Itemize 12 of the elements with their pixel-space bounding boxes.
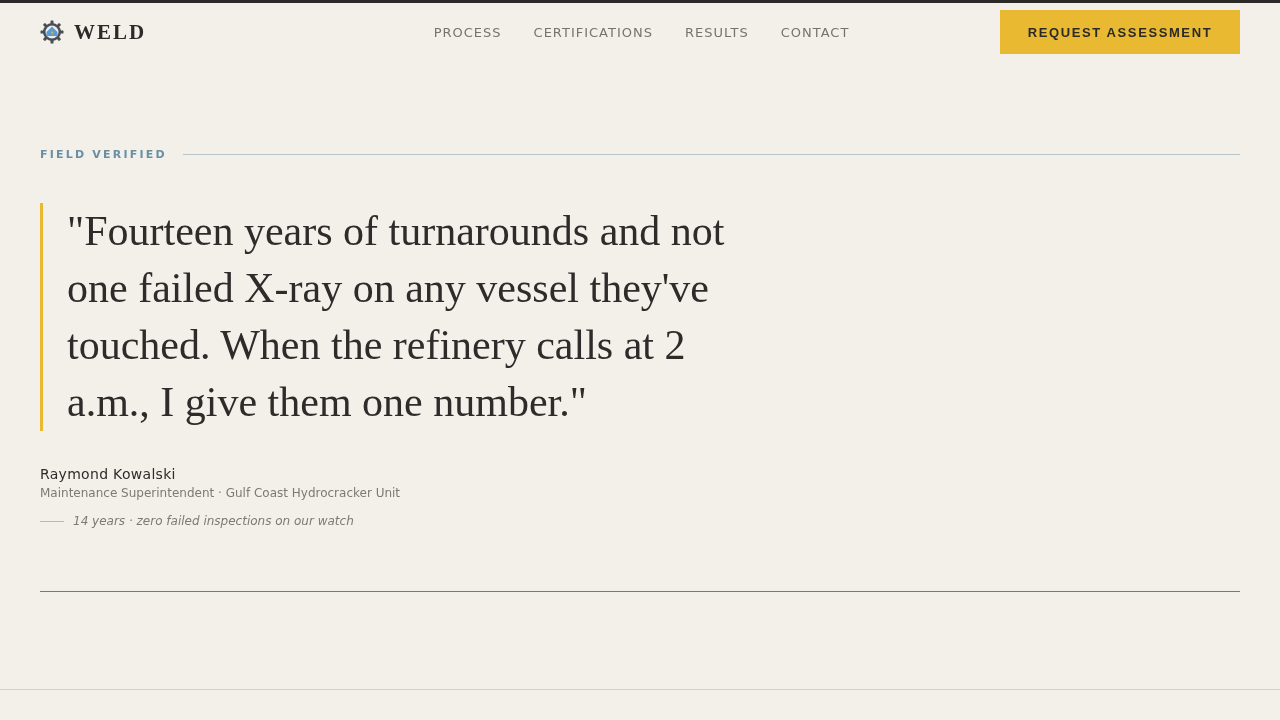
- gear-logo-icon: [40, 20, 64, 44]
- author-role: Maintenance Superintendent · Gulf Coast Hydrocracker Unit: [40, 485, 402, 502]
- nav-link[interactable]: RESULTS: [685, 24, 749, 40]
- nav-link[interactable]: PROCESS: [433, 24, 502, 40]
- author-name: Raymond Kowalski: [40, 465, 177, 484]
- nav-link[interactable]: CERTIFICATIONS: [533, 24, 653, 40]
- request-assessment-button[interactable]: REQUEST ASSESSMENT: [1000, 10, 1240, 54]
- nav-link[interactable]: CONTACT: [780, 24, 850, 40]
- testimonial-note: 14 years · zero failed inspections on our watch: [73, 513, 354, 530]
- brand-logo[interactable]: WELD: [74, 19, 147, 45]
- testimonial-quote: "Fourteen years of turnarounds and not one failed X-ray on any vessel they've touched. When the refinery calls at 2 a.m., I give them one number.": [40, 203, 757, 431]
- section-eyebrow: FIELD VERIFIED: [40, 148, 167, 161]
